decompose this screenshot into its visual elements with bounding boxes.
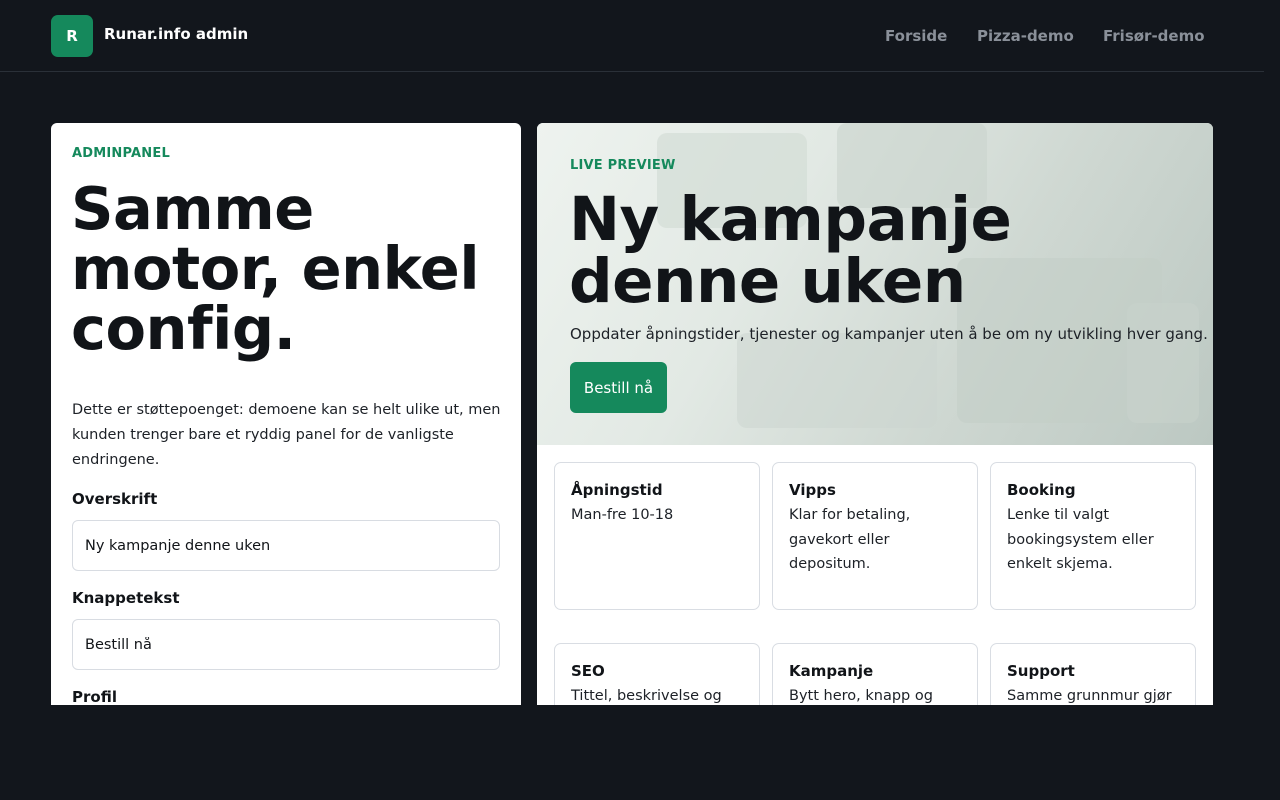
info-card: Support Samme grunnmur gjør	[990, 643, 1196, 705]
card-text: Bytt hero, knapp og	[789, 688, 933, 704]
card-text: Man-fre 10-18	[571, 507, 674, 523]
button-text-label: Knappetekst	[72, 589, 180, 607]
profile-label: Profil	[72, 688, 117, 705]
preview-title: Ny kampanje denne uken	[569, 184, 1012, 317]
card-text: Klar for betaling, gavekort eller deposi…	[789, 507, 911, 572]
hero-background-image	[1127, 303, 1199, 423]
logo-badge[interactable]: R	[51, 15, 93, 57]
hero-background-image	[737, 333, 937, 428]
preview-hero: LIVE PREVIEW Ny kampanje denne uken Oppd…	[537, 123, 1213, 445]
live-preview-panel: LIVE PREVIEW Ny kampanje denne uken Oppd…	[537, 123, 1213, 705]
headline-label: Overskrift	[72, 490, 158, 508]
logo-letter: R	[66, 27, 78, 45]
card-title: SEO	[571, 662, 605, 680]
card-title: Kampanje	[789, 662, 874, 680]
nav-link-pizza-demo[interactable]: Pizza-demo	[977, 27, 1074, 45]
card-title: Vipps	[789, 481, 836, 499]
info-card: Åpningstid Man-fre 10-18	[554, 462, 760, 610]
card-text: Tittel, beskrivelse og	[571, 688, 722, 704]
admin-panel: ADMINPANEL Samme motor, enkel config. De…	[51, 123, 521, 705]
button-text-input[interactable]	[72, 619, 500, 670]
nav-link-forside[interactable]: Forside	[885, 27, 947, 45]
order-button[interactable]: Bestill nå	[570, 362, 667, 413]
top-navbar: R Runar.info admin Forside Pizza-demo Fr…	[0, 0, 1264, 72]
card-title: Booking	[1007, 481, 1076, 499]
brand-name[interactable]: Runar.info admin	[104, 25, 248, 43]
admin-eyebrow: ADMINPANEL	[72, 146, 170, 161]
info-card: Vipps Klar for betaling, gavekort eller …	[772, 462, 978, 610]
preview-eyebrow: LIVE PREVIEW	[570, 158, 676, 173]
info-card: SEO Tittel, beskrivelse og	[554, 643, 760, 705]
admin-title: Samme motor, enkel config.	[71, 174, 480, 363]
nav-link-frisor-demo[interactable]: Frisør-demo	[1103, 27, 1205, 45]
card-text: Samme grunnmur gjør	[1007, 688, 1172, 704]
admin-intro: Dette er støttepoenget: demoene kan se h…	[72, 402, 501, 468]
card-title: Åpningstid	[571, 481, 663, 499]
card-text: Lenke til valgt bookingsystem eller enke…	[1007, 507, 1154, 572]
headline-input[interactable]	[72, 520, 500, 571]
info-card: Booking Lenke til valgt bookingsystem el…	[990, 462, 1196, 610]
preview-description: Oppdater åpningstider, tjenester og kamp…	[570, 325, 1208, 343]
info-card: Kampanje Bytt hero, knapp og	[772, 643, 978, 705]
card-title: Support	[1007, 662, 1075, 680]
